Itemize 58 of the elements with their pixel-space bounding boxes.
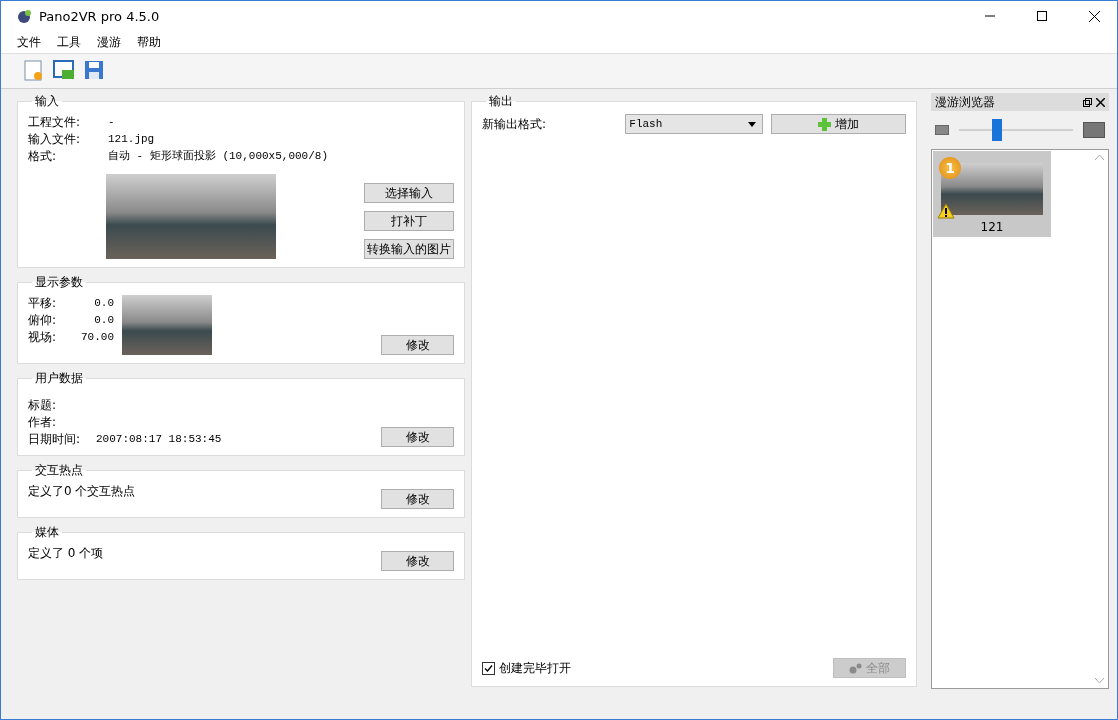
menu-item[interactable]: 文件 xyxy=(9,31,49,53)
menu-item[interactable]: 漫游 xyxy=(89,31,129,53)
maximize-icon xyxy=(1037,11,1047,21)
field-value: 0.0 xyxy=(93,296,114,311)
field-label: 作者: xyxy=(28,414,58,430)
format-dropdown[interactable]: Flash xyxy=(625,114,763,134)
close-icon[interactable] xyxy=(1096,97,1105,107)
modify-button[interactable]: 修改 xyxy=(381,427,454,447)
modify-button[interactable]: 修改 xyxy=(381,335,454,355)
plus-icon xyxy=(817,117,831,131)
modify-button[interactable]: 修改 xyxy=(381,489,454,509)
summary-text: 定义了 0 个项 xyxy=(28,545,104,562)
scroll-up-icon[interactable] xyxy=(1094,155,1104,160)
menu-item[interactable]: 帮助 xyxy=(129,31,169,53)
field-label: 平移: xyxy=(28,295,58,311)
field-value: 自动 - 矩形球面投影 (10,000x5,000/8) xyxy=(108,149,330,164)
checkbox[interactable] xyxy=(482,661,495,675)
group-title: 媒体 xyxy=(34,524,60,541)
float-icon[interactable] xyxy=(1083,97,1092,107)
minimize-icon xyxy=(985,15,995,17)
field-value: 2007:08:17 18:53:45 xyxy=(96,432,222,447)
modify-button[interactable]: 修改 xyxy=(381,551,454,571)
item-label: 121 xyxy=(980,219,1004,235)
add-button[interactable]: 增加 xyxy=(770,114,906,134)
field-label: 格式: xyxy=(28,148,58,164)
close-icon xyxy=(1088,10,1100,22)
field-value: 70.00 xyxy=(80,330,114,345)
group-title: 显示参数 xyxy=(34,274,84,291)
input-button[interactable]: 打补丁 xyxy=(364,211,454,231)
field-label: 视场: xyxy=(28,329,58,345)
slider-thumb[interactable] xyxy=(991,119,1002,141)
field-value: 0.0 xyxy=(93,313,114,328)
group-title: 输入 xyxy=(34,93,60,110)
group-title: 交互热点 xyxy=(34,462,84,479)
tour-item[interactable]: 121 1 xyxy=(933,151,1051,237)
group-title: 用户数据 xyxy=(34,370,84,387)
input-button[interactable]: 转换输入的图片 xyxy=(364,239,454,259)
large-image-icon xyxy=(1083,122,1105,138)
field-label: 输入文件: xyxy=(28,131,82,147)
summary-text: 定义了0 个交互热点 xyxy=(28,483,136,500)
checkbox-label: 创建完毕打开 xyxy=(499,659,571,677)
small-image-icon xyxy=(935,125,949,135)
field-label: 工程文件: xyxy=(28,114,82,130)
input-button[interactable]: 选择输入 xyxy=(364,183,454,203)
number-badge: 1 xyxy=(939,157,961,179)
field-label: 标题: xyxy=(28,397,58,413)
field-label: 俯仰: xyxy=(28,312,58,328)
scroll-down-icon[interactable] xyxy=(1094,678,1104,683)
menu-item[interactable]: 工具 xyxy=(49,31,89,53)
field-value: 121.jpg xyxy=(108,132,156,147)
group-title: 输出 xyxy=(488,93,514,110)
dropdown-arrow-icon xyxy=(747,121,756,127)
app-logo-icon xyxy=(17,8,33,24)
format-label: 新输出格式: xyxy=(482,116,548,132)
dock-title: 漫游浏览器 xyxy=(935,93,996,111)
window-title: Pano2VR pro 4.5.0 xyxy=(39,8,161,24)
field-value: - xyxy=(108,115,116,130)
field-label: 日期时间: xyxy=(28,431,82,447)
